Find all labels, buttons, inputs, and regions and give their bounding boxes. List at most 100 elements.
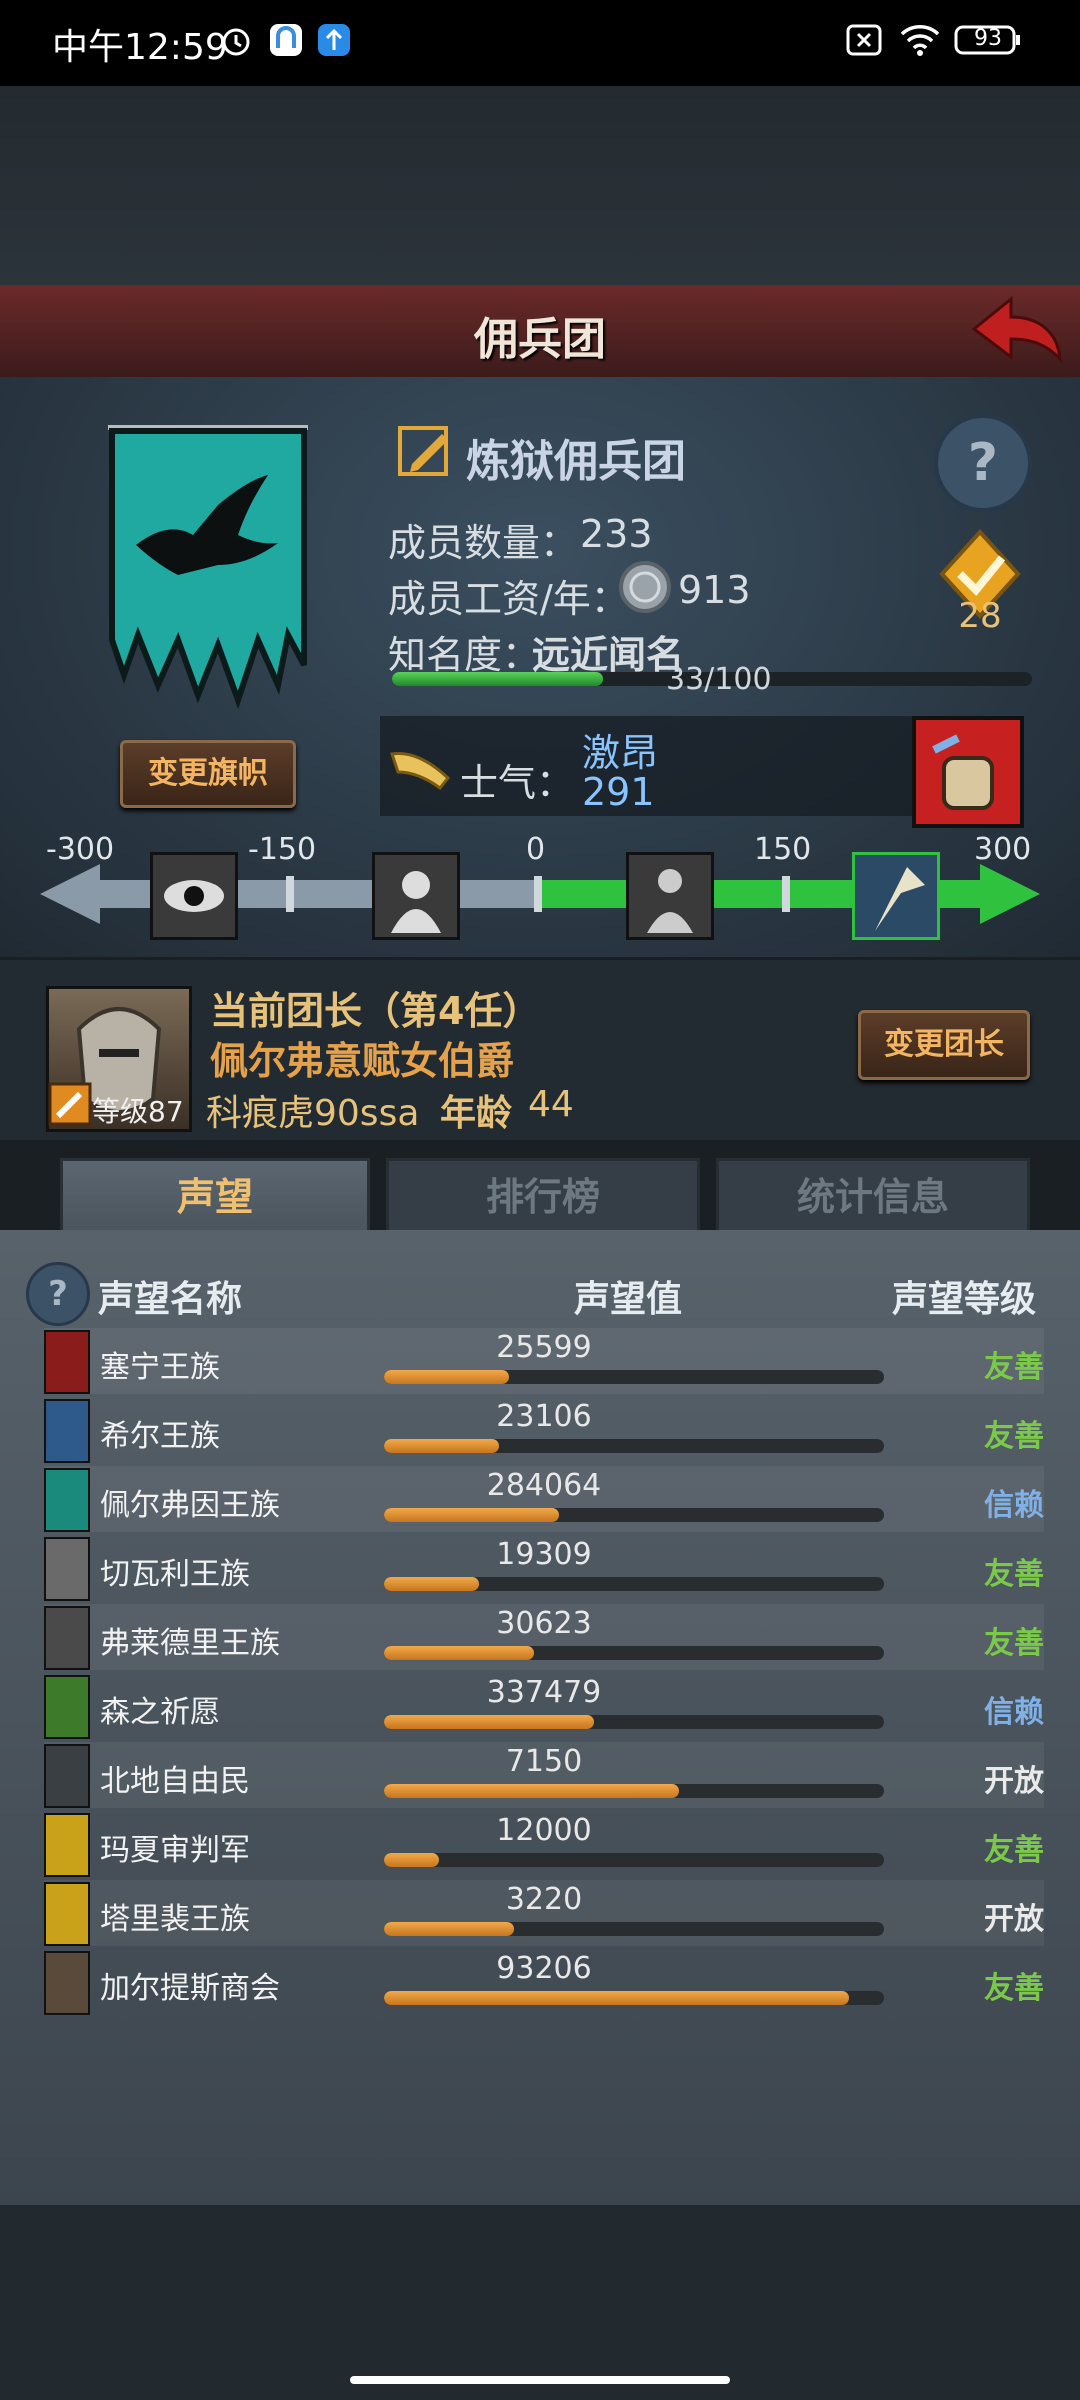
faction-name: 森之祈愿 [100, 1695, 220, 1730]
reputation-help-button[interactable]: ? [26, 1262, 90, 1326]
home-indicator[interactable] [350, 2376, 730, 2384]
reputation-progress-bar [384, 1784, 884, 1798]
morale-tier-despair-icon[interactable] [372, 852, 460, 940]
reputation-level: 友善 [984, 1350, 1044, 1385]
tab-bar: 声望 排行榜 统计信息 [0, 1150, 1080, 1236]
reputation-row[interactable]: 塔里裴王族 3220 开放 [44, 1880, 1044, 1946]
morale-tick-label: 300 [974, 832, 1032, 867]
coin-icon [618, 560, 672, 618]
status-time: 中午12:59 [52, 27, 228, 68]
reputation-value: 12000 [496, 1813, 592, 1848]
reputation-level: 开放 [984, 1764, 1044, 1799]
reputation-row[interactable]: 玛夏审判军 12000 友善 [44, 1811, 1044, 1877]
reputation-value: 23106 [496, 1399, 592, 1434]
reputation-row[interactable]: 佩尔弗因王族 284064 信赖 [44, 1466, 1044, 1532]
company-banner [108, 424, 308, 725]
reputation-row[interactable]: 弗莱德里王族 30623 友善 [44, 1604, 1044, 1670]
reputation-row[interactable]: 加尔提斯商会 93206 友善 [44, 1949, 1044, 2015]
faction-name: 切瓦利王族 [100, 1557, 250, 1592]
reputation-progress-bar [384, 1922, 884, 1936]
leader-name: 佩尔弗意赋女伯爵 [210, 1039, 515, 1083]
faction-crest-icon [44, 1606, 90, 1670]
bottom-backdrop [0, 2205, 1080, 2400]
faction-name: 北地自由民 [100, 1764, 250, 1799]
leader-title: 当前团长（第4任） [210, 989, 541, 1033]
reputation-level: 友善 [984, 1557, 1044, 1592]
faction-name: 弗莱德里王族 [100, 1626, 280, 1661]
morale-tier-victory-icon[interactable] [852, 852, 940, 940]
morale-tier-eye-icon[interactable] [150, 852, 238, 940]
sim-none-icon [844, 22, 884, 62]
reputation-level: 友善 [984, 1419, 1044, 1454]
reputation-level: 信赖 [984, 1488, 1044, 1523]
morale-tick-label: -300 [46, 832, 115, 867]
reputation-progress-bar [384, 1370, 884, 1384]
reputation-value: 30623 [496, 1606, 592, 1641]
faction-name: 希尔王族 [100, 1419, 220, 1454]
reputation-row[interactable]: 希尔王族 23106 友善 [44, 1397, 1044, 1463]
morale-tick-label: -150 [248, 832, 317, 867]
morale-event-button[interactable] [912, 716, 1024, 828]
faction-crest-icon [44, 1330, 90, 1394]
salary-label: 成员工资/年： [388, 577, 629, 621]
reputation-row[interactable]: 北地自由民 7150 开放 [44, 1742, 1044, 1808]
tab-ranking[interactable]: 排行榜 [386, 1158, 700, 1236]
question-icon: ? [48, 1274, 68, 1314]
back-arrow-icon [971, 295, 1062, 364]
page-title: 佣兵团 [474, 314, 606, 365]
barrel-icon [932, 734, 994, 810]
leader-class-icon [48, 1082, 92, 1130]
top-backdrop [0, 86, 1080, 286]
achievement-count: 28 [958, 596, 1002, 636]
reputation-value: 93206 [496, 1951, 592, 1986]
reputation-progress-bar [384, 1508, 884, 1522]
morale-tier-calm-icon[interactable] [626, 852, 714, 940]
question-icon: ? [967, 433, 999, 493]
leader-level: 等级87 [92, 1095, 184, 1128]
back-button[interactable] [966, 289, 1066, 373]
tab-statistics[interactable]: 统计信息 [716, 1158, 1030, 1236]
faction-name: 加尔提斯商会 [100, 1971, 280, 2006]
reputation-level: 友善 [984, 1626, 1044, 1661]
reputation-level: 友善 [984, 1971, 1044, 2006]
change-leader-button[interactable]: 变更团长 [858, 1010, 1030, 1080]
upload-notification-icon [316, 22, 352, 62]
morale-state: 激昂 [582, 731, 659, 775]
horn-icon [388, 738, 454, 798]
faction-crest-icon [44, 1675, 90, 1739]
morale-tick-label: 150 [754, 832, 812, 867]
header-reputation-name: 声望名称 [98, 1279, 243, 1320]
reputation-progress-bar [384, 1577, 884, 1591]
edit-name-icon[interactable] [396, 420, 456, 484]
reputation-level: 友善 [984, 1833, 1044, 1868]
change-banner-button[interactable]: 变更旗帜 [120, 740, 296, 808]
company-name: 炼狱佣兵团 [466, 436, 686, 487]
fame-label: 知名度： [388, 633, 541, 677]
reputation-level: 开放 [984, 1902, 1044, 1937]
leader-class: 科痕虎90ssa [206, 1093, 420, 1134]
reputation-row[interactable]: 切瓦利王族 19309 友善 [44, 1535, 1044, 1601]
reputation-row[interactable]: 森之祈愿 337479 信赖 [44, 1673, 1044, 1739]
morale-tick-label: 0 [526, 832, 546, 867]
battery-level: 93 [974, 26, 1002, 51]
faction-crest-icon [44, 1468, 90, 1532]
title-bar: 佣兵团 [0, 285, 1080, 380]
faction-name: 玛夏审判军 [100, 1833, 250, 1868]
reputation-progress-bar [384, 1853, 884, 1867]
faction-crest-icon [44, 1399, 90, 1463]
app-notification-icon [268, 22, 304, 62]
leader-age: 44 [528, 1084, 574, 1125]
fame-progress-text: 33/100 [666, 662, 772, 697]
reputation-value: 3220 [505, 1882, 583, 1917]
morale-value: 291 [582, 770, 655, 814]
status-bar: 中午12:59 93 [0, 0, 1080, 86]
help-button[interactable]: ? [934, 414, 1032, 512]
tab-reputation[interactable]: 声望 [60, 1158, 370, 1233]
reputation-value: 7150 [505, 1744, 583, 1779]
reputation-progress-bar [384, 1991, 884, 2005]
reputation-progress-bar [384, 1439, 884, 1453]
reputation-value: 284064 [486, 1468, 602, 1503]
member-count-value: 233 [580, 512, 653, 556]
reputation-row[interactable]: 塞宁王族 25599 友善 [44, 1328, 1044, 1394]
reputation-value: 337479 [486, 1675, 602, 1710]
